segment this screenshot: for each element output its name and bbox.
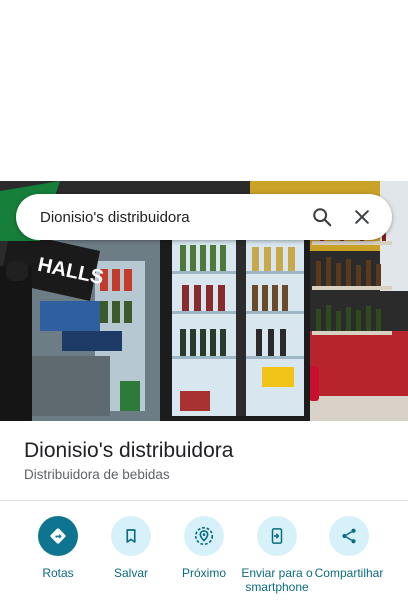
- divider: [0, 500, 408, 501]
- top-blank-area: [0, 0, 408, 181]
- place-category: Distribuidora de bebidas: [24, 467, 170, 482]
- search-input[interactable]: Dionisio's distribuidora: [40, 209, 302, 226]
- nearby-circle[interactable]: [184, 516, 224, 556]
- bookmark-icon: [126, 529, 136, 543]
- send-to-phone-icon: [271, 528, 283, 544]
- directions-label: Rotas: [42, 566, 74, 580]
- directions-circle[interactable]: [38, 516, 78, 556]
- send-to-phone-circle[interactable]: [257, 516, 297, 556]
- action-bar: Rotas Salvar Próximo Enviar para o smart…: [0, 516, 408, 602]
- nearby-icon: [194, 526, 214, 546]
- place-title: Dionisio's distribuidora: [24, 439, 234, 462]
- search-icon[interactable]: [302, 197, 342, 237]
- send-to-phone-label: Enviar para o smartphone: [241, 566, 313, 594]
- save-circle[interactable]: [111, 516, 151, 556]
- directions-button[interactable]: Rotas: [20, 516, 96, 580]
- share-button[interactable]: Compartilhar: [311, 516, 387, 580]
- share-label: Compartilhar: [314, 566, 384, 580]
- save-button[interactable]: Salvar: [93, 516, 169, 580]
- search-bar[interactable]: Dionisio's distribuidora: [16, 194, 392, 240]
- directions-icon: [50, 528, 66, 544]
- send-to-phone-button[interactable]: Enviar para o smartphone: [239, 516, 315, 594]
- nearby-button[interactable]: Próximo: [166, 516, 242, 580]
- close-icon[interactable]: [342, 197, 382, 237]
- share-circle[interactable]: [329, 516, 369, 556]
- share-icon: [342, 528, 356, 544]
- save-label: Salvar: [113, 566, 148, 580]
- nearby-label: Próximo: [181, 566, 226, 580]
- place-info: Dionisio's distribuidora Distribuidora d…: [24, 438, 233, 482]
